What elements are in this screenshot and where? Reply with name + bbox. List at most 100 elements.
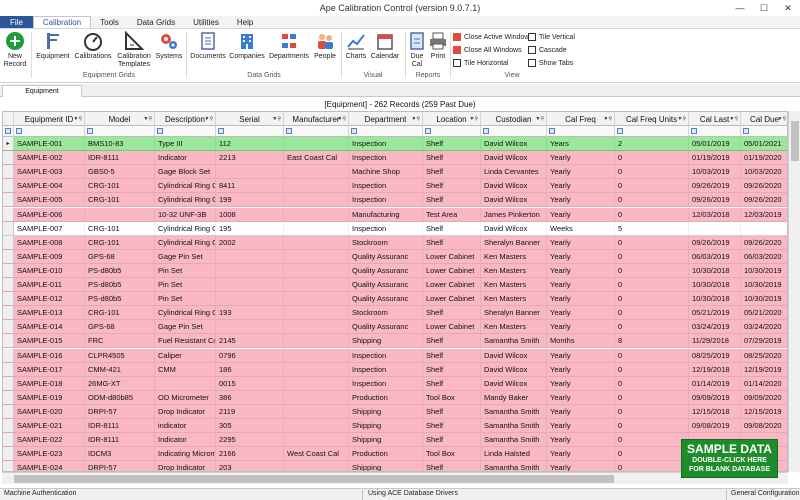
cell-model[interactable]: IDR-8111 — [85, 151, 155, 165]
row-selector[interactable] — [3, 235, 14, 249]
cell-cal-freq[interactable]: Yearly — [547, 419, 615, 432]
cell-cal-freq[interactable]: Yearly — [547, 404, 615, 418]
column-sort-filter-icon[interactable]: ▼⚲ — [729, 116, 738, 122]
column-sort-filter-icon[interactable]: ▼⚲ — [337, 116, 346, 122]
filter-cell-cal-freq[interactable] — [547, 126, 615, 137]
menu-file[interactable]: File — [0, 16, 33, 28]
cell-manufacturer[interactable] — [284, 292, 349, 306]
cell-model[interactable]: CMM-421 — [85, 362, 155, 376]
cell-cal-last[interactable]: 08/25/2019 — [689, 348, 741, 362]
cell-location[interactable]: Shelf — [423, 235, 481, 249]
table-row[interactable]: SAMPLE-006 10-32 UNF-3B 1008 Manufacturing T… — [3, 207, 787, 222]
cell-serial[interactable] — [216, 165, 284, 179]
cell-model[interactable]: IDR-8111 — [85, 419, 155, 432]
cell-model[interactable]: GPS-68 — [85, 320, 155, 334]
cell-location[interactable]: Shelf — [423, 137, 481, 150]
cell-location[interactable]: Lower Cabinet — [423, 263, 481, 277]
column-sort-filter-icon[interactable]: ▼⚲ — [272, 116, 281, 122]
cell-location[interactable]: Shelf — [423, 334, 481, 348]
filter-cell-serial[interactable] — [216, 126, 284, 137]
column-sort-filter-icon[interactable]: ▼⚲ — [73, 116, 82, 122]
cell-description[interactable] — [155, 376, 216, 390]
filter-cell-description[interactable] — [155, 126, 216, 137]
filter-cell-equipment-id[interactable] — [14, 126, 85, 137]
cell-location[interactable]: Lower Cabinet — [423, 292, 481, 306]
cell-equipment-id[interactable]: SAMPLE-009 — [14, 249, 85, 263]
cell-cal-freq-units[interactable]: 0 — [615, 165, 689, 179]
cell-serial[interactable]: 0796 — [216, 348, 284, 362]
cell-department[interactable]: Inspection — [349, 221, 423, 235]
filter-cell-department[interactable] — [349, 126, 423, 137]
cell-manufacturer[interactable] — [284, 249, 349, 263]
cell-manufacturer[interactable] — [284, 207, 349, 221]
cell-description[interactable]: Cylindrical Ring G — [155, 179, 216, 193]
cell-description[interactable]: 10-32 UNF-3B — [155, 207, 216, 221]
cell-serial[interactable]: 2213 — [216, 151, 284, 165]
cell-cal-freq-units[interactable]: 0 — [615, 376, 689, 390]
table-row[interactable]: ▸ SAMPLE-001 BMS10-83 Type III 112 Inspection… — [3, 137, 787, 152]
cell-equipment-id[interactable]: SAMPLE-015 — [14, 334, 85, 348]
cell-cal-last[interactable]: 12/19/2018 — [689, 362, 741, 376]
cell-custodian[interactable]: Ken Masters — [481, 278, 547, 291]
cell-custodian[interactable]: Samantha Smith — [481, 433, 547, 447]
departments-button[interactable]: Departments — [268, 31, 310, 61]
close-window-button[interactable]: ✕ — [776, 0, 800, 16]
row-selector[interactable] — [3, 221, 14, 235]
cell-manufacturer[interactable]: West Coast Cal — [284, 447, 349, 461]
cell-manufacturer[interactable] — [284, 320, 349, 334]
cell-department[interactable]: Quality Assuranc — [349, 263, 423, 277]
cell-cal-freq[interactable]: Yearly — [547, 461, 615, 471]
cell-serial[interactable] — [216, 292, 284, 306]
row-selector[interactable] — [3, 348, 14, 362]
cell-equipment-id[interactable]: SAMPLE-016 — [14, 348, 85, 362]
row-selector[interactable] — [3, 447, 14, 461]
cell-custodian[interactable]: David Wilcox — [481, 221, 547, 235]
cell-cal-last[interactable]: 06/03/2019 — [689, 249, 741, 263]
cell-location[interactable]: Test Area — [423, 207, 481, 221]
cell-model[interactable]: CRG-101 — [85, 306, 155, 320]
table-row[interactable]: SAMPLE-024 DRPI-57 Drop Indicator 203 Shippi… — [3, 461, 787, 471]
cell-custodian[interactable]: Ken Masters — [481, 320, 547, 334]
cell-description[interactable]: Indicator — [155, 151, 216, 165]
show-tabs-button[interactable]: Show Tabs — [528, 58, 573, 68]
column-header-model[interactable]: Model ▼⚲ — [85, 112, 155, 126]
cell-cal-freq-units[interactable]: 0 — [615, 263, 689, 277]
cell-department[interactable]: Quality Assuranc — [349, 278, 423, 291]
cell-cal-last[interactable]: 09/26/2019 — [689, 193, 741, 207]
table-row[interactable]: SAMPLE-009 GPS-68 Gage Pin Set Quality Assu… — [3, 249, 787, 264]
cell-custodian[interactable]: David Wilcox — [481, 137, 547, 150]
filter-cell-manufacturer[interactable] — [284, 126, 349, 137]
cell-cal-freq[interactable]: Yearly — [547, 193, 615, 207]
menu-tools[interactable]: Tools — [91, 16, 128, 28]
table-row[interactable]: SAMPLE-008 CRG-101 Cylindrical Ring G 2002 S… — [3, 235, 787, 250]
column-header-custodian[interactable]: Custodian ▼⚲ — [481, 112, 547, 126]
cell-description[interactable]: Gage Pin Set — [155, 320, 216, 334]
cell-cal-freq-units[interactable]: 0 — [615, 249, 689, 263]
cell-department[interactable]: Inspection — [349, 348, 423, 362]
cell-cal-freq-units[interactable]: 2 — [615, 137, 689, 150]
cell-custodian[interactable]: Samantha Smith — [481, 419, 547, 432]
cell-location[interactable]: Shelf — [423, 362, 481, 376]
cell-description[interactable]: Cylindrical Ring G — [155, 306, 216, 320]
cell-cal-freq[interactable]: Years — [547, 137, 615, 150]
cell-department[interactable]: Inspection — [349, 193, 423, 207]
cell-department[interactable]: Shipping — [349, 334, 423, 348]
cell-description[interactable]: indicator — [155, 419, 216, 432]
cell-model[interactable]: FRC — [85, 334, 155, 348]
column-sort-filter-icon[interactable]: ▼⚲ — [143, 116, 152, 122]
cell-cal-due[interactable]: 09/26/2020 — [741, 236, 787, 249]
column-header-location[interactable]: Location ▼⚲ — [423, 112, 481, 126]
cell-manufacturer[interactable] — [284, 376, 349, 390]
row-selector[interactable] — [3, 278, 14, 291]
filter-cell-cal-freq-units[interactable] — [615, 126, 689, 137]
cell-model[interactable]: GPS-68 — [85, 249, 155, 263]
filter-operator-icon[interactable] — [425, 128, 431, 134]
cell-description[interactable]: Fuel Resistant Co — [155, 334, 216, 348]
cell-description[interactable]: Caliper — [155, 348, 216, 362]
cell-location[interactable]: Tool Box — [423, 390, 481, 404]
menu-calibration[interactable]: Calibration — [32, 16, 92, 28]
cell-description[interactable]: Drop Indicator — [155, 404, 216, 418]
cell-cal-due[interactable]: 09/26/2020 — [741, 193, 787, 206]
cell-department[interactable]: Shipping — [349, 461, 423, 471]
cell-custodian[interactable]: David Wilcox — [481, 362, 547, 376]
